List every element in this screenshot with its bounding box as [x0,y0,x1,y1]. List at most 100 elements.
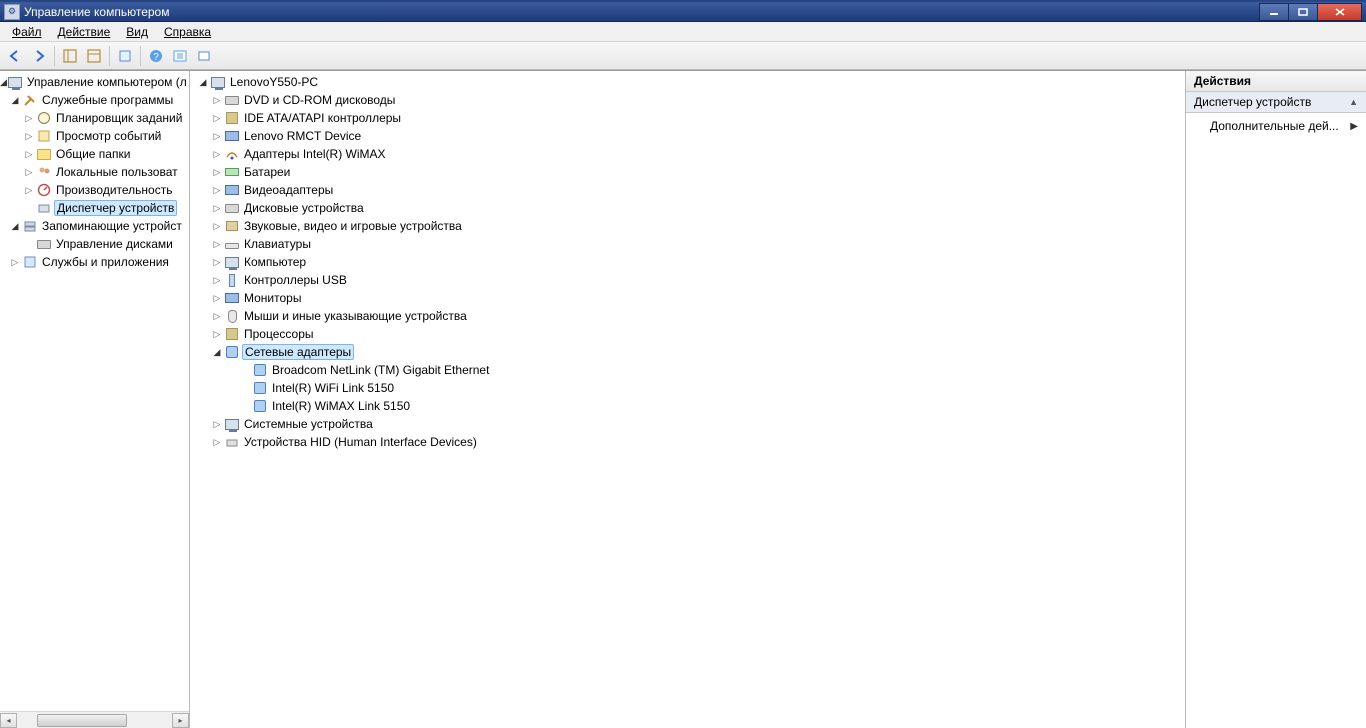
usb-icon [224,272,240,288]
video-icon [224,182,240,198]
disk-icon [36,236,52,252]
tree-services-apps[interactable]: ▷ Службы и приложения [0,253,189,271]
cat-wimax-adapters[interactable]: ▷Адаптеры Intel(R) WiMAX [190,145,1185,163]
action-more[interactable]: Дополнительные дей... ▶ [1186,113,1366,139]
window-titlebar: ⚙ Управление компьютером [0,0,1366,22]
cat-battery[interactable]: ▷Батареи [190,163,1185,181]
monitor-icon [224,290,240,306]
cat-mouse[interactable]: ▷Мыши и иные указывающие устройства [190,307,1185,325]
tree-disk-management[interactable]: ▷ Управление дисками [0,235,189,253]
tools-icon [22,92,38,108]
battery-icon [224,164,240,180]
menu-file[interactable]: Файл [4,23,50,41]
content-area: ◢ Управление компьютером (л ◢ Служебные … [0,70,1366,728]
performance-icon [36,182,52,198]
dev-wimax[interactable]: ▷Intel(R) WiMAX Link 5150 [190,397,1185,415]
dev-wifi[interactable]: ▷Intel(R) WiFi Link 5150 [190,379,1185,397]
cat-cpu[interactable]: ▷Процессоры [190,325,1185,343]
tree-shared-folders[interactable]: ▷ Общие папки [0,145,189,163]
scroll-thumb[interactable] [37,714,127,727]
device-root[interactable]: ◢ LenovoY550-PC [190,73,1185,91]
minimize-button[interactable] [1259,3,1289,21]
mouse-icon [224,308,240,324]
cat-usb[interactable]: ▷Контроллеры USB [190,271,1185,289]
computer-icon [224,254,240,270]
menu-action[interactable]: Действие [50,23,119,41]
tree-root-computer-management[interactable]: ◢ Управление компьютером (л [0,73,189,91]
window-title: Управление компьютером [24,5,1260,19]
device-manager-icon [36,200,52,216]
cat-monitor[interactable]: ▷Мониторы [190,289,1185,307]
actions-pane: Действия Диспетчер устройств ▲ Дополните… [1186,71,1366,728]
tree-device-manager[interactable]: ▷ Диспетчер устройств [0,199,189,217]
refresh-button[interactable] [169,45,191,67]
dvd-icon [224,92,240,108]
back-button[interactable] [4,45,26,67]
tree-task-scheduler[interactable]: ▷ Планировщик заданий [0,109,189,127]
help-button[interactable]: ? [145,45,167,67]
menu-bar: Файл Действие Вид Справка [0,22,1366,42]
scroll-right-button[interactable]: ▸ [172,713,189,728]
left-horizontal-scrollbar[interactable]: ◂ ▸ [0,711,189,728]
cat-disk[interactable]: ▷Дисковые устройства [190,199,1185,217]
svg-text:?: ? [153,52,159,63]
cat-system[interactable]: ▷Системные устройства [190,415,1185,433]
tree-system-tools[interactable]: ◢ Служебные программы [0,91,189,109]
maximize-button[interactable] [1288,3,1318,21]
dev-broadcom[interactable]: ▷Broadcom NetLink (TM) Gigabit Ethernet [190,361,1185,379]
cat-network[interactable]: ◢Сетевые адаптеры [190,343,1185,361]
actions-header: Действия [1186,71,1366,92]
hid-icon [224,434,240,450]
cat-video[interactable]: ▷Видеоадаптеры [190,181,1185,199]
event-icon [36,128,52,144]
chevron-right-icon: ▶ [1350,121,1358,132]
toolbar: ? [0,42,1366,70]
network-icon [224,344,240,360]
tree-event-viewer[interactable]: ▷ Просмотр событий [0,127,189,145]
cpu-icon [224,326,240,342]
cat-ide[interactable]: ▷IDE ATA/ATAPI контроллеры [190,109,1185,127]
close-button[interactable] [1317,3,1362,21]
services-icon [22,254,38,270]
scroll-track[interactable] [17,713,172,728]
toolbar-separator [109,46,110,66]
actions-section-label: Диспетчер устройств [1194,95,1311,109]
tree-performance[interactable]: ▷ Производительность [0,181,189,199]
action-more-label: Дополнительные дей... [1210,119,1339,133]
menu-view[interactable]: Вид [118,23,156,41]
tree-local-users[interactable]: ▷ Локальные пользоват [0,163,189,181]
tree-storage[interactable]: ◢ Запоминающие устройст [0,217,189,235]
export-button[interactable] [114,45,136,67]
settings-button[interactable] [193,45,215,67]
forward-button[interactable] [28,45,50,67]
nic-icon [252,362,268,378]
wimax-icon [224,146,240,162]
collapse-icon: ▲ [1349,97,1358,107]
folder-icon [36,146,52,162]
cat-dvd[interactable]: ▷DVD и CD-ROM дисководы [190,91,1185,109]
cat-keyboard[interactable]: ▷Клавиатуры [190,235,1185,253]
actions-section[interactable]: Диспетчер устройств ▲ [1186,92,1366,113]
cat-lenovo[interactable]: ▷Lenovo RMCT Device [190,127,1185,145]
disk-icon [224,200,240,216]
nic-icon [252,398,268,414]
computer-icon [210,74,226,90]
device-tree-pane: ◢ LenovoY550-PC ▷DVD и CD-ROM дисководы … [190,71,1186,728]
scroll-left-button[interactable]: ◂ [0,713,17,728]
app-icon: ⚙ [4,4,20,20]
sound-icon [224,218,240,234]
properties-button[interactable] [83,45,105,67]
cat-hid[interactable]: ▷Устройства HID (Human Interface Devices… [190,433,1185,451]
cat-sound[interactable]: ▷Звуковые, видео и игровые устройства [190,217,1185,235]
device-icon [224,128,240,144]
users-icon [36,164,52,180]
computer-icon [7,74,23,90]
ide-icon [224,110,240,126]
navigation-pane: ◢ Управление компьютером (л ◢ Служебные … [0,71,190,728]
toolbar-separator [140,46,141,66]
show-hide-tree-button[interactable] [59,45,81,67]
toolbar-separator [54,46,55,66]
cat-computer[interactable]: ▷Компьютер [190,253,1185,271]
clock-icon [36,110,52,126]
menu-help[interactable]: Справка [156,23,219,41]
